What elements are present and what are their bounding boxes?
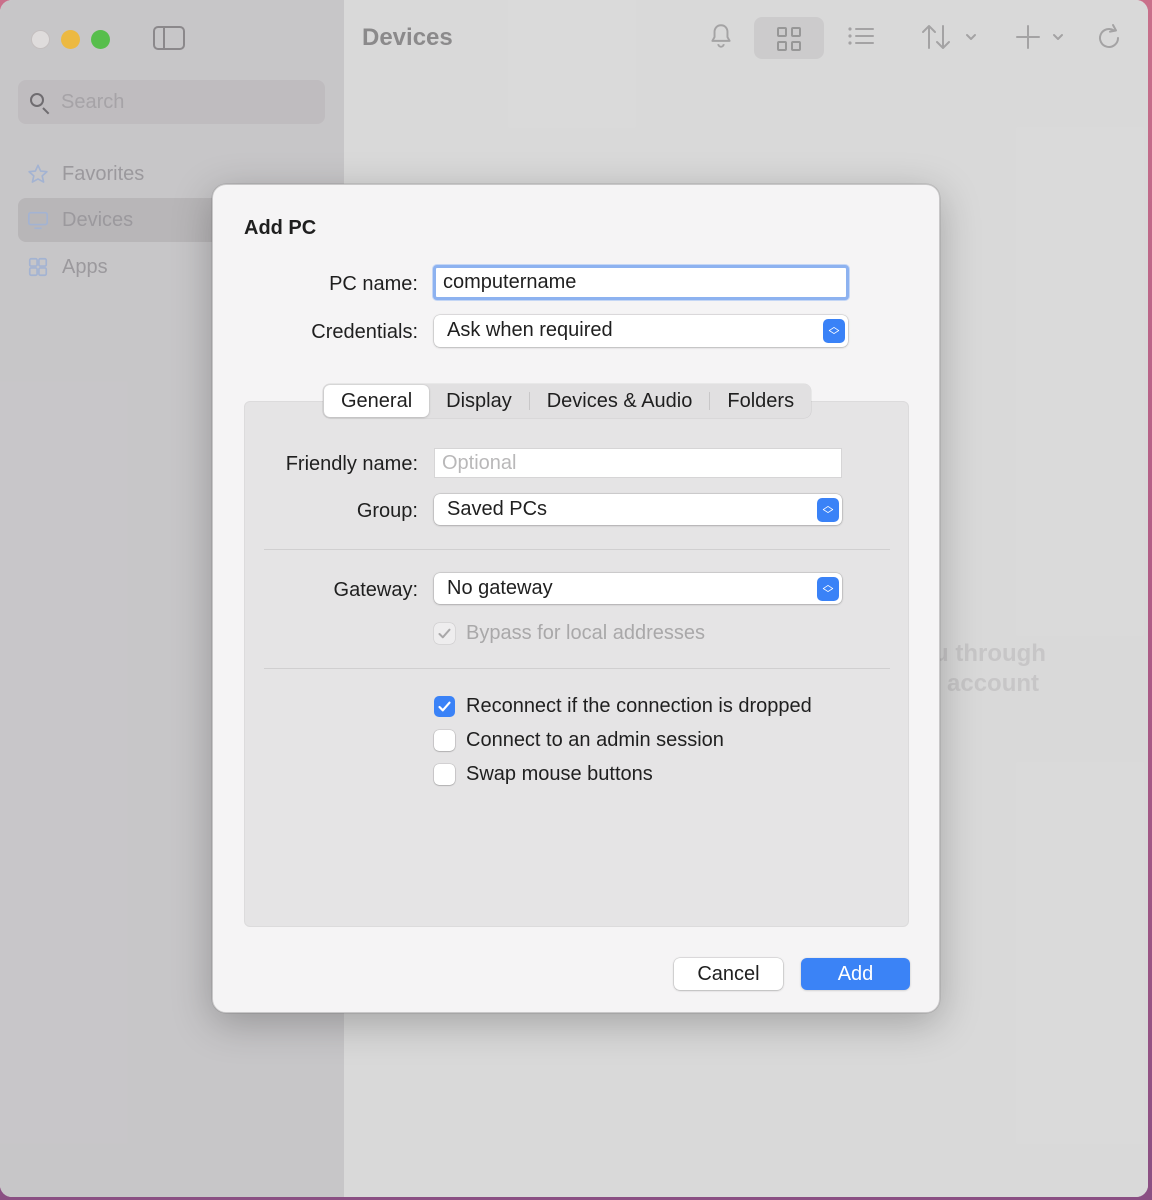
- admin-session-checkbox-row[interactable]: Connect to an admin session: [434, 729, 724, 752]
- credentials-label: Credentials:: [311, 321, 418, 343]
- cancel-button[interactable]: Cancel: [674, 958, 783, 990]
- dialog-title: Add PC: [244, 217, 317, 239]
- friendly-name-input[interactable]: [434, 448, 842, 478]
- group-label: Group:: [356, 500, 418, 522]
- tab-panel-general: [244, 401, 909, 927]
- bypass-local-label: Bypass for local addresses: [466, 622, 706, 644]
- friendly-name-label: Friendly name:: [285, 453, 418, 475]
- add-pc-dialog: Add PC PC name: Credentials: Ask when re…: [212, 184, 940, 1013]
- pc-name-input[interactable]: [433, 265, 849, 300]
- swap-mouse-checkbox-row[interactable]: Swap mouse buttons: [434, 763, 653, 786]
- tab-bar: General Display Devices & Audio Folders: [323, 384, 812, 418]
- swap-mouse-label: Swap mouse buttons: [466, 763, 653, 785]
- chevron-up-down-icon: ︿ ﹀: [817, 577, 839, 601]
- bypass-local-checkbox: [434, 623, 455, 644]
- reconnect-checkbox[interactable]: [434, 696, 455, 717]
- gateway-value: No gateway: [447, 577, 553, 599]
- section-divider: [264, 549, 890, 550]
- app-window: Search Favorites Devices Apps Devices u …: [0, 0, 1148, 1197]
- admin-session-label: Connect to an admin session: [466, 729, 724, 751]
- group-select[interactable]: Saved PCs ︿ ﹀: [434, 494, 842, 525]
- section-divider: [264, 668, 890, 669]
- tab-devices-audio[interactable]: Devices & Audio: [530, 385, 710, 417]
- credentials-value: Ask when required: [447, 319, 613, 341]
- tab-folders[interactable]: Folders: [710, 385, 811, 417]
- reconnect-checkbox-row[interactable]: Reconnect if the connection is dropped: [434, 695, 812, 718]
- tab-display[interactable]: Display: [429, 385, 529, 417]
- chevron-up-down-icon: ︿ ﹀: [823, 319, 845, 343]
- pc-name-label: PC name:: [329, 273, 418, 295]
- gateway-label: Gateway:: [333, 579, 418, 601]
- reconnect-label: Reconnect if the connection is dropped: [466, 695, 812, 717]
- add-button[interactable]: Add: [801, 958, 910, 990]
- admin-session-checkbox[interactable]: [434, 730, 455, 751]
- bypass-local-checkbox-row: Bypass for local addresses: [434, 622, 705, 645]
- group-value: Saved PCs: [447, 498, 548, 520]
- tab-general[interactable]: General: [324, 385, 430, 417]
- chevron-up-down-icon: ︿ ﹀: [817, 498, 839, 522]
- swap-mouse-checkbox[interactable]: [434, 764, 455, 785]
- credentials-select[interactable]: Ask when required ︿ ﹀: [434, 315, 848, 347]
- gateway-select[interactable]: No gateway ︿ ﹀: [434, 573, 842, 604]
